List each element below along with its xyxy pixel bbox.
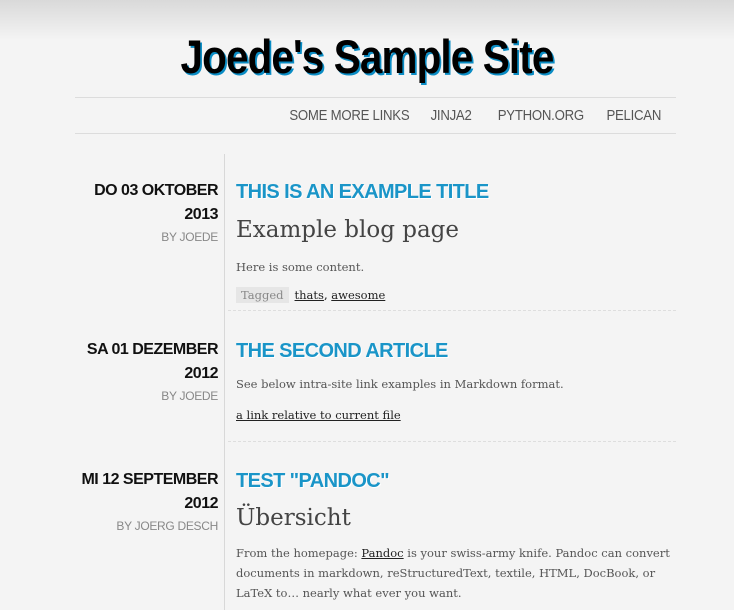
article-content: Here is some content. bbox=[236, 260, 365, 274]
tag-link-awesome[interactable]: awesome bbox=[331, 288, 385, 302]
article-heading: Übersicht bbox=[236, 505, 351, 531]
nav-link-python-org[interactable]: Python.org bbox=[498, 107, 584, 124]
content-prefix: From the homepage: bbox=[236, 546, 362, 560]
pandoc-link[interactable]: Pandoc bbox=[361, 546, 403, 560]
tag-link-thats[interactable]: thats bbox=[295, 288, 324, 302]
article-meta-3: Mi 12 September 2012 By Joerg Desch bbox=[60, 468, 218, 533]
article-content: See below intra-site link examples in Ma… bbox=[236, 377, 564, 391]
article-1: This is an example title Example blog pa… bbox=[236, 179, 676, 303]
article-2: The second article See below intra-site … bbox=[236, 338, 676, 425]
article-meta-2: Sa 01 Dezember 2012 By Joede bbox=[60, 338, 219, 403]
article-heading: Example blog page bbox=[236, 217, 460, 243]
article-title[interactable]: Test "pandoc" bbox=[236, 468, 390, 494]
tag-items: thats, awesome bbox=[294, 288, 386, 302]
nav-link-some-more-links[interactable]: Some More Links bbox=[289, 107, 409, 124]
tags-label: Tagged bbox=[236, 287, 289, 303]
article-date: Mi 12 September 2012 bbox=[60, 468, 218, 516]
article-3: Test "pandoc" Übersicht From the homepag… bbox=[236, 468, 676, 603]
article-date: Do 03 Oktober 2013 bbox=[94, 182, 218, 223]
article-author[interactable]: By Joede bbox=[60, 230, 218, 244]
nav-link-pelican[interactable]: Pelican bbox=[606, 107, 661, 124]
article-title[interactable]: This is an example title bbox=[236, 179, 489, 205]
article-author[interactable]: By Joede bbox=[60, 389, 218, 403]
relative-link[interactable]: a link relative to current file bbox=[236, 408, 401, 422]
article-date-line1: Mi 12 September bbox=[81, 471, 218, 488]
site-title[interactable]: Joede's Sample Site bbox=[51, 26, 682, 88]
article-content: From the homepage: Pandoc is your swiss-… bbox=[236, 543, 676, 603]
nav-bottom-rule bbox=[75, 133, 676, 134]
article-separator bbox=[228, 310, 676, 311]
main-nav: Some More Links Jinja2 Python.org Pelica… bbox=[273, 97, 661, 133]
article-separator bbox=[228, 441, 676, 442]
tag-list: Tagged thats, awesome bbox=[236, 287, 676, 303]
nav-link-jinja2[interactable]: Jinja2 bbox=[430, 107, 471, 124]
article-meta-1: Do 03 Oktober 2013 By Joede bbox=[60, 179, 218, 244]
article-date-line2: 2012 bbox=[184, 495, 218, 512]
article-date: Sa 01 Dezember 2012 bbox=[86, 341, 219, 382]
article-title[interactable]: The second article bbox=[236, 338, 448, 364]
article-author[interactable]: By Joerg Desch bbox=[60, 519, 218, 533]
timeline-divider bbox=[224, 154, 225, 610]
